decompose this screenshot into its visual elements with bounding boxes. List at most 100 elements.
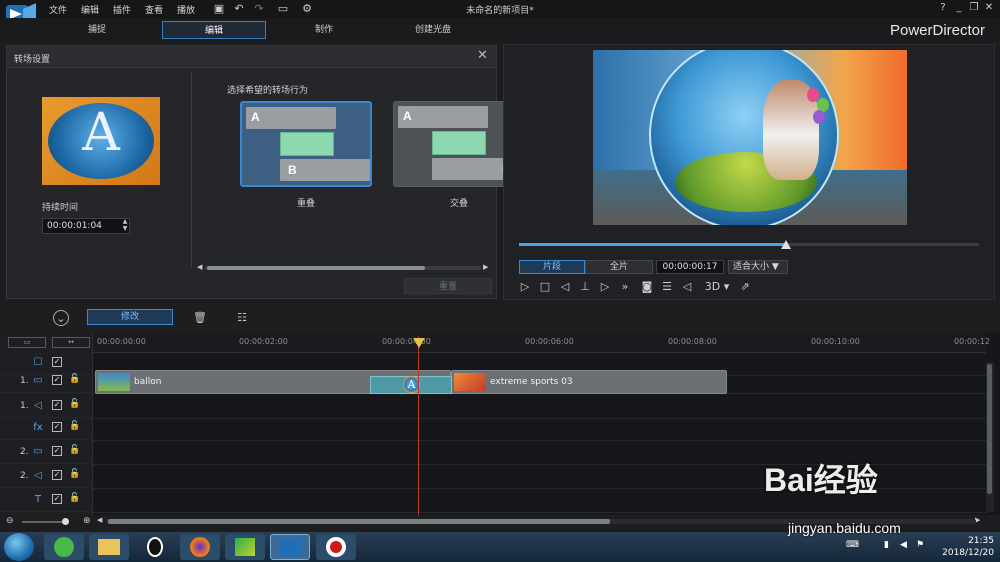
ruler-tick-label: 00:00:12 [954,337,990,346]
lock-icon[interactable]: 🔓 [69,374,80,386]
scroll-thumb[interactable] [987,364,992,494]
transition-clip[interactable]: A [370,376,452,394]
track-type-icon: ☐ [33,357,43,368]
clip-mode-button[interactable]: 片段 [519,260,585,274]
video-frame[interactable] [593,50,907,225]
zoom-in-icon[interactable]: ⊕ [83,516,91,526]
lock-icon[interactable]: 🔓 [69,469,80,481]
close-icon[interactable]: ✕ [477,48,488,63]
lock-icon[interactable]: 🔓 [69,493,80,505]
lock-icon[interactable]: 🔓 [69,445,80,457]
timeline-ruler[interactable]: 00:00:00:00 00:00:02:00 00:00:04:00 00:0… [93,333,990,353]
taskbar-app-icon[interactable] [44,534,84,560]
keyboard-icon[interactable]: ⌨ [846,540,859,550]
fit-timeline-icon[interactable]: ↔ [52,337,90,348]
aspect-ratio-icon[interactable]: ▭ [272,2,294,15]
camera-icon[interactable]: ◙ [639,279,655,295]
track-header[interactable]: 1. ▭ ✓ 🔓 [0,370,93,393]
track-header[interactable]: fx ✓ 🔓 [0,417,93,440]
scroll-left-icon[interactable]: ◀ [97,516,102,524]
lock-icon[interactable]: 🔓 [69,399,80,411]
timeline-vertical-scrollbar[interactable] [986,362,994,512]
movie-mode-button[interactable]: 全片 [585,260,653,274]
behavior-overlap-option[interactable]: A B [240,101,372,187]
behavior-scrollbar[interactable]: ◀ ▶ [197,263,489,273]
modify-button[interactable]: 修改 [87,309,173,325]
track-header[interactable]: 2. ▭ ✓ 🔓 [0,441,93,464]
timeline-playhead[interactable] [418,336,419,516]
track-type-icon: ◁ [34,400,42,411]
timecode-display[interactable]: 00:00:00:17 [656,260,724,274]
tab-capture[interactable]: 捕捉 [45,21,149,39]
track-enable-checkbox[interactable]: ✓ [52,357,62,367]
previous-frame-icon[interactable]: ◁ [557,279,573,295]
menu-edit[interactable]: 编辑 [81,3,99,16]
tab-create-disc[interactable]: 创建光盘 [381,21,485,39]
collapse-icon[interactable]: ⌄ [53,310,69,326]
taskbar-clock[interactable]: 21:35 2018/12/20 [932,535,994,559]
scroll-thumb[interactable] [108,519,610,524]
minimize-icon[interactable]: _ [952,2,966,16]
zoom-slider-handle[interactable] [62,518,69,525]
undock-icon[interactable]: ⇗ [737,279,753,295]
track-header[interactable]: 1. ◁ ✓ 🔓 [0,395,93,418]
panel-title: 转场设置 [14,55,51,65]
tab-edit[interactable]: 编辑 [162,21,266,39]
stop-icon[interactable]: □ [537,279,553,295]
track-enable-checkbox[interactable]: ✓ [52,446,62,456]
fast-forward-icon[interactable]: » [617,279,633,295]
track-view-icon[interactable]: ▭ [8,337,46,348]
trash-icon[interactable]: 🗑 [192,310,208,326]
network-icon[interactable]: ▮ [884,540,889,550]
redo-icon[interactable]: ↷ [252,2,266,15]
zoom-out-icon[interactable]: ⊖ [6,516,14,526]
save-icon[interactable]: ▣ [212,2,226,15]
track-number: 2. [20,447,29,457]
scroll-thumb[interactable] [207,266,425,270]
reset-button[interactable]: 重置 [404,278,492,294]
mode-3d-button[interactable]: 3D ▾ [703,279,731,295]
lock-icon[interactable]: 🔓 [69,421,80,433]
tab-produce[interactable]: 制作 [272,21,376,39]
scroll-right-icon[interactable]: ▶ [483,263,488,271]
volume-icon[interactable]: ◁ [679,279,695,295]
list-icon[interactable]: ☷ [234,310,250,326]
snapshot-marker-icon[interactable]: ⊥ [577,279,593,295]
track-enable-checkbox[interactable]: ✓ [52,375,62,385]
track-header[interactable]: 2. ◁ ✓ 🔓 [0,465,93,488]
video-clip-extreme-sports[interactable]: extreme sports 03 [451,370,727,394]
menu-file[interactable]: 文件 [49,3,67,16]
track-header[interactable]: T ✓ 🔓 [0,489,93,512]
menu-play[interactable]: 播放 [177,3,195,16]
scroll-left-icon[interactable]: ◀ [197,263,202,271]
track-enable-checkbox[interactable]: ✓ [52,494,62,504]
playhead-marker-icon[interactable] [413,338,425,348]
restore-icon[interactable]: ❐ [967,2,981,16]
settings-gear-icon[interactable]: ⚙ [300,2,314,15]
powerdirector-task-icon[interactable] [270,534,310,560]
record-icon[interactable] [316,534,356,560]
track-enable-checkbox[interactable]: ✓ [52,422,62,432]
start-button-icon[interactable] [4,533,34,561]
fit-size-dropdown[interactable]: 适合大小 ▼ [728,260,788,274]
preview-scrub-handle[interactable] [781,240,791,249]
chevron-down-icon: ▾ [723,280,730,293]
explorer-icon[interactable] [89,534,129,560]
flag-icon[interactable]: ⚑ [916,540,924,550]
close-window-icon[interactable]: ✕ [982,2,996,16]
video-player-icon[interactable] [225,534,265,560]
menu-view[interactable]: 查看 [145,3,163,16]
qq-icon[interactable] [135,534,175,560]
track-enable-checkbox[interactable]: ✓ [52,400,62,410]
next-frame-icon[interactable]: ▷ [597,279,613,295]
menu-plugins[interactable]: 插件 [113,3,131,16]
help-icon[interactable]: ? [936,2,950,16]
track-enable-checkbox[interactable]: ✓ [52,470,62,480]
firefox-icon[interactable] [180,534,220,560]
subtitle-icon[interactable]: ☰ [659,279,675,295]
play-icon[interactable]: ▷ [517,279,533,295]
duration-input[interactable]: 00:00:01:04 [42,218,130,234]
duration-stepper[interactable]: ▲ ▼ [119,218,131,234]
volume-tray-icon[interactable]: ◀ [900,540,907,550]
undo-icon[interactable]: ↶ [232,2,246,15]
